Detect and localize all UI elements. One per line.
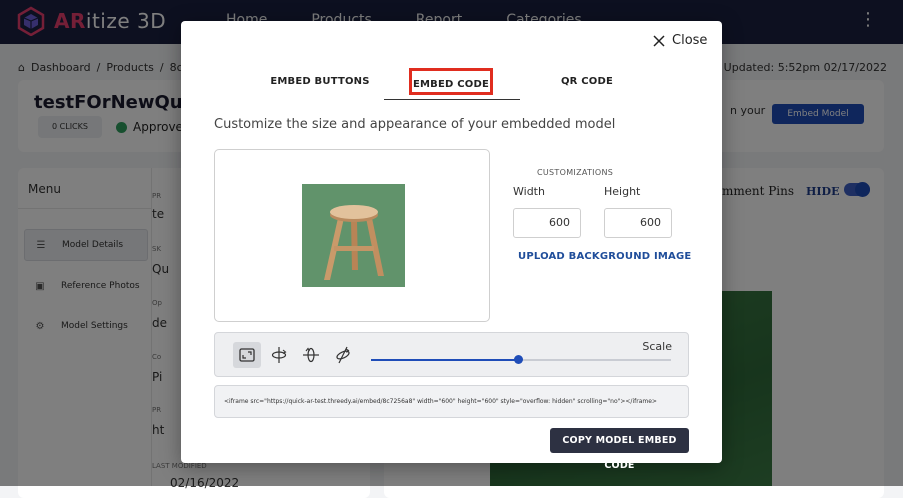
scale-slider[interactable] [371, 355, 671, 364]
rotate-diagonal-icon [336, 346, 350, 364]
stool-image-icon [302, 184, 405, 287]
copy-embed-code-button[interactable]: COPY MODEL EMBED CODE [550, 428, 689, 471]
close-button[interactable]: Close [653, 33, 707, 48]
embed-preview-box [214, 149, 490, 322]
scale-slider-thumb[interactable] [514, 355, 523, 364]
rotate-horizontal-button[interactable] [297, 342, 325, 368]
scale-slider-fill [371, 359, 518, 361]
tab-embed-code[interactable]: EMBED CODE [409, 68, 493, 95]
active-tab-indicator [384, 99, 520, 100]
tab-qr-code[interactable]: QR CODE [541, 76, 633, 87]
close-icon [653, 34, 665, 47]
rotate-vertical-icon [271, 347, 287, 363]
width-input[interactable]: 600 [513, 208, 581, 238]
height-label: Height [604, 185, 641, 198]
view-tools [233, 342, 357, 368]
tab-embed-buttons[interactable]: EMBED BUTTONS [263, 76, 377, 87]
width-label: Width [513, 185, 545, 198]
rotate-vertical-button[interactable] [265, 342, 293, 368]
embed-subtitle: Customize the size and appearance of you… [214, 117, 616, 132]
close-label: Close [672, 33, 708, 48]
upload-background-button[interactable]: UPLOAD BACKGROUND IMAGE [518, 251, 691, 262]
fit-screen-icon [239, 348, 255, 362]
height-input[interactable]: 600 [604, 208, 672, 238]
embed-code-field[interactable]: <iframe src="https://quick-ar-test.three… [214, 385, 689, 418]
customizations-label: CUSTOMIZATIONS [537, 168, 614, 177]
scale-label: Scale [642, 340, 672, 353]
rotate-diagonal-button[interactable] [329, 342, 357, 368]
fit-screen-button[interactable] [233, 342, 261, 368]
embed-modal: Close EMBED BUTTONS EMBED CODE QR CODE C… [181, 21, 722, 471]
model-thumbnail [302, 184, 405, 287]
rotate-horizontal-icon [303, 347, 319, 363]
scale-controls: Scale [214, 332, 689, 377]
